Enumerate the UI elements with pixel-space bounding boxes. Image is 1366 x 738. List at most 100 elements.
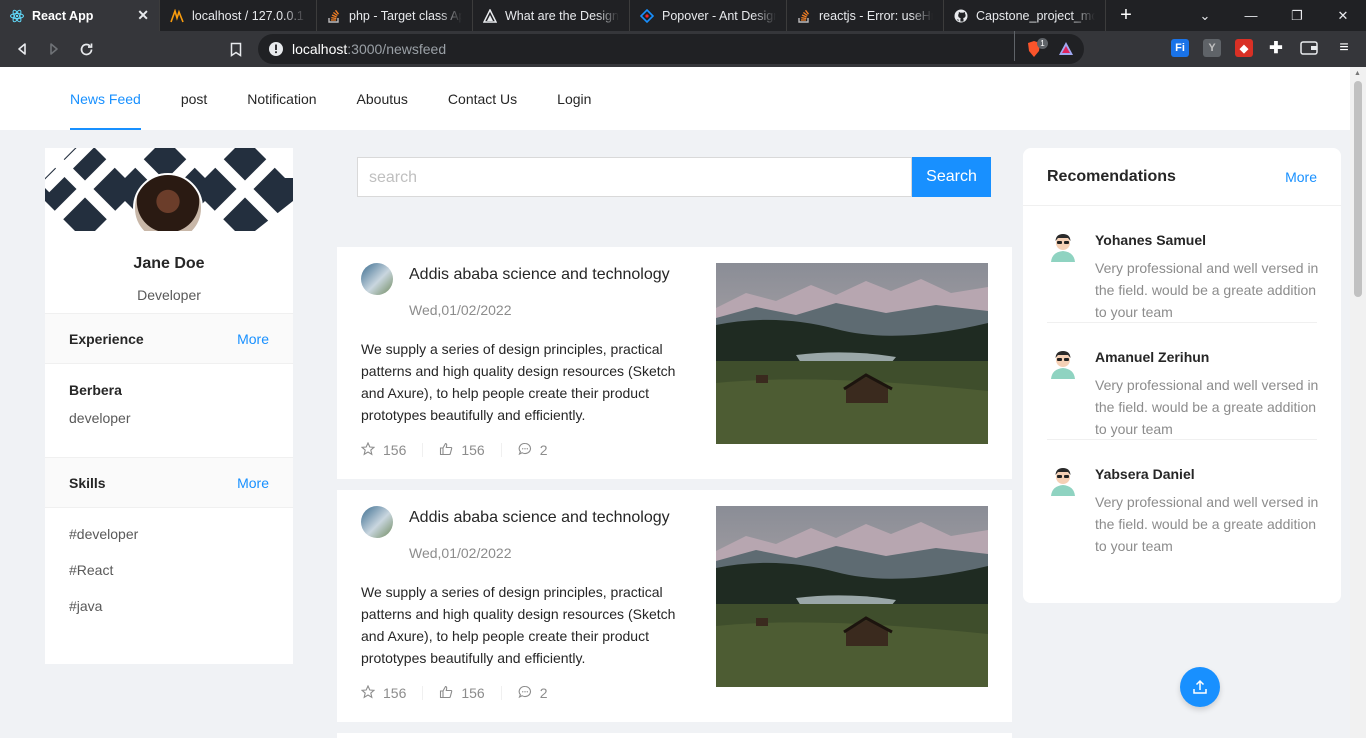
search-bar: search Search xyxy=(357,157,991,197)
back-arrow-icon xyxy=(18,43,26,55)
search-input[interactable]: search xyxy=(357,157,912,197)
star-action[interactable]: 156 xyxy=(360,441,424,459)
skill-tag: #React xyxy=(69,562,114,578)
browser-tab-phpmyadmin[interactable]: localhost / 127.0.0.1 / r xyxy=(160,0,317,31)
browser-tab-design-concepts[interactable]: What are the Design Co xyxy=(473,0,630,31)
extension-y-icon[interactable]: Y xyxy=(1203,39,1221,57)
nav-contact-us[interactable]: Contact Us xyxy=(448,67,517,130)
user-avatar xyxy=(1047,464,1079,496)
user-description: Very professional and well versed in the… xyxy=(1095,494,1319,554)
browser-tab-github[interactable]: Capstone_project_moc xyxy=(944,0,1106,31)
nav-notification[interactable]: Notification xyxy=(247,67,316,130)
stackoverflow-icon xyxy=(327,9,341,23)
like-action[interactable]: 156 xyxy=(439,442,502,458)
post-title[interactable]: Addis ababa science and technology xyxy=(409,266,670,284)
comment-icon xyxy=(518,685,532,702)
user-avatar xyxy=(1047,347,1079,379)
brave-rewards-icon[interactable] xyxy=(1058,41,1074,59)
post-actions: 156 156 2 xyxy=(360,684,580,702)
back-to-top-button[interactable] xyxy=(1180,667,1220,707)
post-avatar xyxy=(361,263,393,295)
url-path: :3000/newsfeed xyxy=(347,41,447,57)
react-icon xyxy=(10,9,24,23)
star-action[interactable]: 156 xyxy=(360,684,424,701)
browser-tab-title: php - Target class App\ xyxy=(349,8,462,23)
extensions-puzzle-icon[interactable]: ✚ xyxy=(1267,39,1285,57)
extension-fi-icon[interactable]: Fi xyxy=(1171,39,1189,57)
user-name: Yabsera Daniel xyxy=(1095,466,1195,482)
page-viewport: News Feed post Notification Aboutus Cont… xyxy=(0,67,1350,738)
skills-more-link[interactable]: More xyxy=(237,475,269,491)
profile-card: Jane Doe Developer Experience More Berbe… xyxy=(45,148,293,664)
nav-aboutus[interactable]: Aboutus xyxy=(357,67,408,130)
like-action[interactable]: 156 xyxy=(439,685,502,702)
browser-tab-title: Capstone_project_moc xyxy=(976,8,1095,23)
like-icon xyxy=(439,685,453,702)
site-info-icon[interactable] xyxy=(268,41,284,60)
upload-icon xyxy=(1193,679,1207,694)
post-avatar xyxy=(361,506,393,538)
scroll-up-icon[interactable]: ▲ xyxy=(1354,70,1361,77)
browser-tab-title: Popover - Ant Design xyxy=(662,8,776,23)
recommendation-item[interactable]: Yabsera Daniel Very professional and wel… xyxy=(1047,440,1319,557)
close-tab-icon[interactable]: ✕ xyxy=(137,7,149,24)
experience-role: developer xyxy=(69,410,131,426)
recommendations-more-link[interactable]: More xyxy=(1285,169,1317,185)
search-button[interactable]: Search xyxy=(912,157,991,197)
forward-button[interactable] xyxy=(38,33,70,65)
forward-arrow-icon xyxy=(50,43,58,55)
address-bar[interactable]: localhost:3000/newsfeed 1 xyxy=(258,31,1084,64)
triangle-icon xyxy=(483,8,497,23)
user-description: Very professional and well versed in the… xyxy=(1095,377,1319,437)
reload-button[interactable] xyxy=(70,33,102,65)
browser-tab-react-app[interactable]: React App ✕ xyxy=(0,0,160,31)
recommendation-item[interactable]: Amanuel Zerihun Very professional and we… xyxy=(1047,323,1319,440)
bookmark-icon xyxy=(230,42,242,57)
restore-icon[interactable]: ❐ xyxy=(1274,0,1320,31)
reload-icon xyxy=(80,43,92,55)
minimize-icon[interactable]: — xyxy=(1228,0,1274,31)
extension-red-icon[interactable]: ◆ xyxy=(1235,39,1253,57)
profile-cover xyxy=(45,148,293,231)
nav-post[interactable]: post xyxy=(181,67,207,130)
menu-icon[interactable]: ≡ xyxy=(1335,39,1353,57)
comment-action[interactable]: 2 xyxy=(518,685,564,702)
scrollbar-thumb[interactable] xyxy=(1354,81,1362,297)
new-tab-button[interactable]: + xyxy=(1106,0,1146,31)
browser-tab-title: What are the Design Co xyxy=(505,8,619,23)
browser-toolbar: localhost:3000/newsfeed 1 Fi Y ◆ ✚ ≡ xyxy=(0,31,1366,67)
skill-tag: #developer xyxy=(69,526,139,542)
skills-list: #developer #React #java xyxy=(45,508,293,652)
skill-tag: #java xyxy=(69,598,103,614)
post-image xyxy=(716,506,988,687)
experience-item: Berbera developer xyxy=(45,364,293,458)
star-icon xyxy=(360,441,376,459)
phpmyadmin-icon xyxy=(170,8,184,23)
profile-name: Jane Doe xyxy=(133,255,205,272)
post-body: We supply a series of design principles,… xyxy=(361,341,676,423)
browser-tab-ant-design[interactable]: Popover - Ant Design xyxy=(630,0,787,31)
wallet-icon[interactable] xyxy=(1300,39,1318,57)
user-name: Amanuel Zerihun xyxy=(1095,349,1210,365)
recommendation-item[interactable]: Yohanes Samuel Very professional and wel… xyxy=(1047,206,1318,323)
top-navigation: News Feed post Notification Aboutus Cont… xyxy=(0,67,1350,130)
nav-news-feed[interactable]: News Feed xyxy=(70,67,141,130)
experience-header: Experience More xyxy=(45,314,293,364)
close-window-icon[interactable]: ✕ xyxy=(1320,0,1366,31)
browser-tab-title: React App xyxy=(32,8,94,23)
like-count: 156 xyxy=(461,442,485,458)
comment-action[interactable]: 2 xyxy=(518,442,564,458)
star-count: 156 xyxy=(383,442,407,458)
nav-login[interactable]: Login xyxy=(557,67,591,130)
back-button[interactable] xyxy=(6,33,38,65)
experience-more-link[interactable]: More xyxy=(237,331,269,347)
page-scrollbar[interactable]: ▲ xyxy=(1350,67,1366,738)
browser-tab-stackoverflow-php[interactable]: php - Target class App\ xyxy=(317,0,473,31)
bookmark-button[interactable] xyxy=(220,33,252,65)
tab-search-icon[interactable]: ⌄ xyxy=(1182,0,1228,31)
profile-role: Developer xyxy=(45,287,293,314)
omnibox-divider xyxy=(1014,31,1015,61)
user-name: Yohanes Samuel xyxy=(1095,232,1207,248)
browser-tab-stackoverflow-reactjs[interactable]: reactjs - Error: useHref xyxy=(787,0,944,31)
post-title[interactable]: Addis ababa science and technology xyxy=(409,509,670,527)
